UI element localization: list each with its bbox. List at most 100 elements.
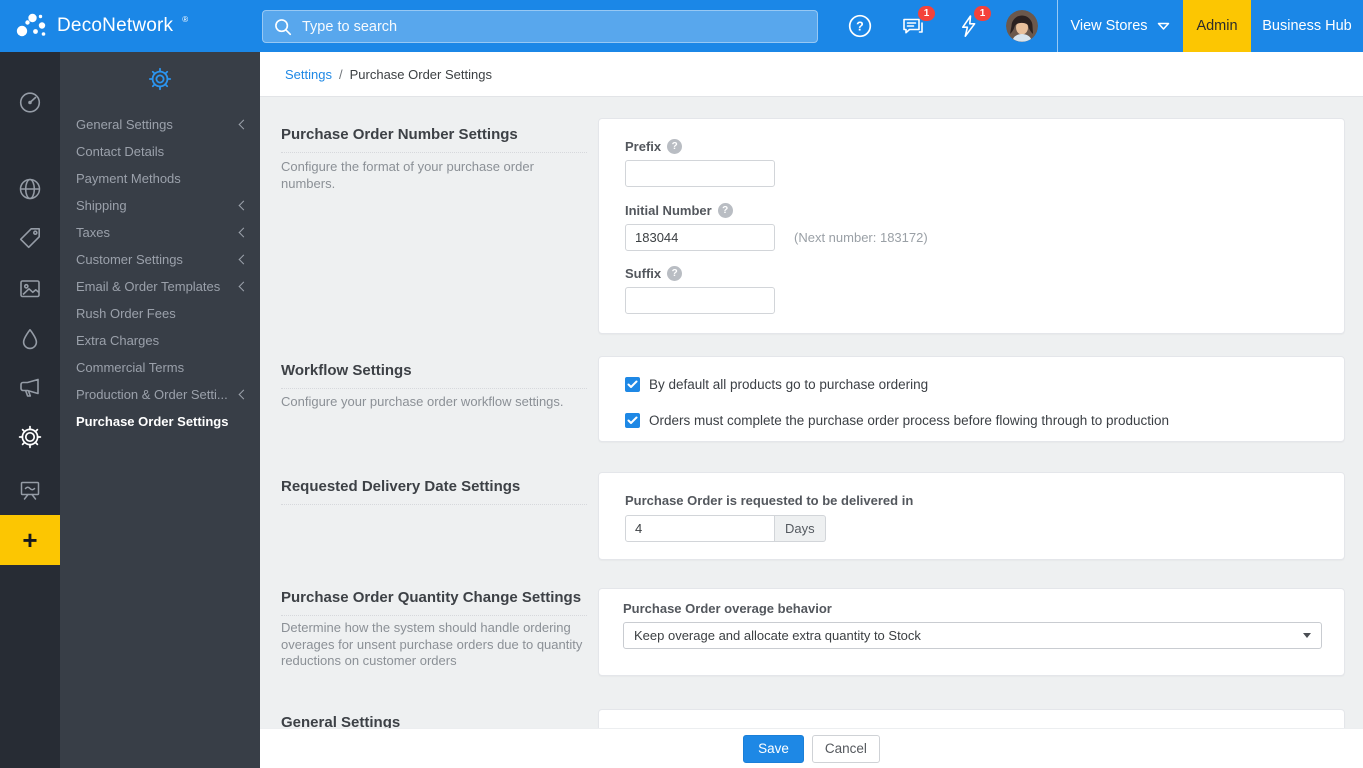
overage-behavior-field: Purchase Order overage behavior bbox=[623, 601, 832, 616]
prefix-field: Prefix ? bbox=[625, 139, 775, 187]
overage-behavior-select[interactable]: Keep overage and allocate extra quantity… bbox=[623, 622, 1322, 649]
registered-mark: ® bbox=[182, 14, 189, 24]
messages-icon[interactable]: 1 bbox=[900, 6, 935, 39]
workflow-section-title: Workflow Settings bbox=[281, 362, 587, 389]
settings-gear-icon[interactable] bbox=[147, 66, 173, 92]
messages-badge: 1 bbox=[918, 6, 935, 21]
admin-label: Admin bbox=[1196, 18, 1238, 34]
suffix-input[interactable] bbox=[625, 287, 775, 314]
delivery-days-field: Purchase Order is requested to be delive… bbox=[625, 493, 913, 542]
menu-label: Extra Charges bbox=[76, 333, 160, 348]
tab-admin[interactable]: Admin bbox=[1183, 0, 1251, 52]
help-icon[interactable]: ? bbox=[667, 266, 683, 281]
po-number-card: Prefix ? Initial Number ? (Next number: … bbox=[598, 118, 1345, 334]
droplet-icon[interactable] bbox=[17, 326, 43, 352]
globe-icon[interactable] bbox=[17, 176, 43, 202]
sidebar-item-customer-settings[interactable]: Customer Settings bbox=[60, 246, 260, 273]
search-input[interactable] bbox=[302, 18, 807, 35]
settings-sidebar: General Settings Contact Details Payment… bbox=[60, 52, 260, 768]
breadcrumb-current: Purchase Order Settings bbox=[349, 66, 492, 82]
menu-label: Purchase Order Settings bbox=[76, 414, 229, 429]
po-number-section-desc: Configure the format of your purchase or… bbox=[281, 159, 534, 191]
quantity-section-title: Purchase Order Quantity Change Settings bbox=[281, 589, 587, 616]
breadcrumb-separator: / bbox=[338, 66, 343, 82]
breadcrumb-settings-link[interactable]: Settings bbox=[285, 67, 332, 82]
sidebar-item-production-order-settings[interactable]: Production & Order Setti... bbox=[60, 381, 260, 408]
help-icon[interactable]: ? bbox=[847, 13, 873, 39]
business-hub-label: Business Hub bbox=[1262, 18, 1352, 34]
action-footer: Save Cancel bbox=[260, 728, 1363, 768]
next-number-note: (Next number: 183172) bbox=[794, 230, 928, 245]
tag-icon[interactable] bbox=[17, 225, 43, 251]
global-search bbox=[262, 10, 818, 43]
days-unit-addon: Days bbox=[775, 515, 826, 542]
delivery-section-title: Requested Delivery Date Settings bbox=[281, 478, 587, 505]
megaphone-icon[interactable] bbox=[17, 375, 43, 401]
chevron-left-icon bbox=[238, 254, 249, 265]
prefix-input[interactable] bbox=[625, 160, 775, 187]
speedometer-icon[interactable] bbox=[17, 89, 43, 115]
caret-down-icon bbox=[1303, 633, 1311, 638]
chevron-left-icon bbox=[238, 227, 249, 238]
menu-label: Production & Order Setti... bbox=[76, 387, 228, 402]
lightning-icon[interactable]: 1 bbox=[956, 6, 991, 39]
sidebar-item-taxes[interactable]: Taxes bbox=[60, 219, 260, 246]
header-divider bbox=[1057, 0, 1058, 52]
breadcrumb: Settings / Purchase Order Settings bbox=[260, 52, 1363, 97]
quantity-card: Purchase Order overage behavior Keep ove… bbox=[598, 588, 1345, 676]
view-stores-label: View Stores bbox=[1070, 18, 1148, 34]
deconetwork-logo[interactable]: DecoNetwork ® bbox=[13, 0, 189, 52]
prefix-label: Prefix bbox=[625, 139, 662, 154]
menu-label: Shipping bbox=[76, 198, 127, 213]
add-button[interactable]: + bbox=[0, 515, 60, 565]
menu-label: Email & Order Templates bbox=[76, 279, 221, 294]
chevron-left-icon bbox=[238, 200, 249, 211]
help-icon[interactable]: ? bbox=[717, 203, 733, 218]
overage-behavior-label: Purchase Order overage behavior bbox=[623, 601, 832, 616]
menu-label: Commercial Terms bbox=[76, 360, 185, 375]
sidebar-item-contact-details[interactable]: Contact Details bbox=[60, 138, 260, 165]
search-icon bbox=[273, 17, 293, 37]
chevron-left-icon bbox=[238, 119, 249, 130]
user-avatar[interactable] bbox=[1006, 10, 1038, 42]
tab-business-hub[interactable]: Business Hub bbox=[1251, 0, 1363, 52]
gear-icon[interactable] bbox=[17, 424, 43, 450]
menu-label: Taxes bbox=[76, 225, 110, 240]
sidebar-item-rush-order-fees[interactable]: Rush Order Fees bbox=[60, 300, 260, 327]
brand-name: DecoNetwork bbox=[57, 15, 174, 36]
default-purchase-ordering-checkbox-row[interactable]: By default all products go to purchase o… bbox=[625, 377, 928, 392]
checkbox-checked-icon[interactable] bbox=[625, 377, 640, 392]
svg-text:?: ? bbox=[856, 20, 864, 34]
sidebar-item-commercial-terms[interactable]: Commercial Terms bbox=[60, 354, 260, 381]
menu-label: Rush Order Fees bbox=[76, 306, 176, 321]
complete-po-before-production-checkbox-row[interactable]: Orders must complete the purchase order … bbox=[625, 413, 1169, 428]
view-stores-menu[interactable]: View Stores bbox=[1059, 0, 1181, 52]
menu-label: Contact Details bbox=[76, 144, 165, 159]
icon-rail: + bbox=[0, 52, 60, 768]
sidebar-item-extra-charges[interactable]: Extra Charges bbox=[60, 327, 260, 354]
image-icon[interactable] bbox=[17, 276, 43, 302]
sidebar-item-shipping[interactable]: Shipping bbox=[60, 192, 260, 219]
workflow-card: By default all products go to purchase o… bbox=[598, 356, 1345, 442]
initial-number-input[interactable] bbox=[625, 224, 775, 251]
quantity-section-desc: Determine how the system should handle o… bbox=[281, 620, 583, 668]
logo-dots-icon bbox=[13, 10, 49, 42]
selected-option: Keep overage and allocate extra quantity… bbox=[634, 628, 921, 643]
alerts-badge: 1 bbox=[974, 6, 991, 21]
help-icon[interactable]: ? bbox=[667, 139, 683, 154]
sidebar-item-general-settings[interactable]: General Settings bbox=[60, 111, 260, 138]
delivery-days-label: Purchase Order is requested to be delive… bbox=[625, 493, 914, 508]
menu-label: Customer Settings bbox=[76, 252, 183, 267]
save-button[interactable]: Save bbox=[743, 734, 804, 763]
checkbox-checked-icon[interactable] bbox=[625, 413, 640, 428]
menu-label: Payment Methods bbox=[76, 171, 181, 186]
sidebar-item-email-order-templates[interactable]: Email & Order Templates bbox=[60, 273, 260, 300]
delivery-days-input[interactable] bbox=[625, 515, 775, 542]
settings-menu: General Settings Contact Details Payment… bbox=[60, 111, 260, 435]
presentation-icon[interactable] bbox=[17, 478, 43, 504]
po-number-section-title: Purchase Order Number Settings bbox=[281, 126, 587, 153]
menu-label: General Settings bbox=[76, 117, 173, 132]
cancel-button[interactable]: Cancel bbox=[811, 734, 880, 763]
sidebar-item-purchase-order-settings[interactable]: Purchase Order Settings bbox=[60, 408, 260, 435]
sidebar-item-payment-methods[interactable]: Payment Methods bbox=[60, 165, 260, 192]
